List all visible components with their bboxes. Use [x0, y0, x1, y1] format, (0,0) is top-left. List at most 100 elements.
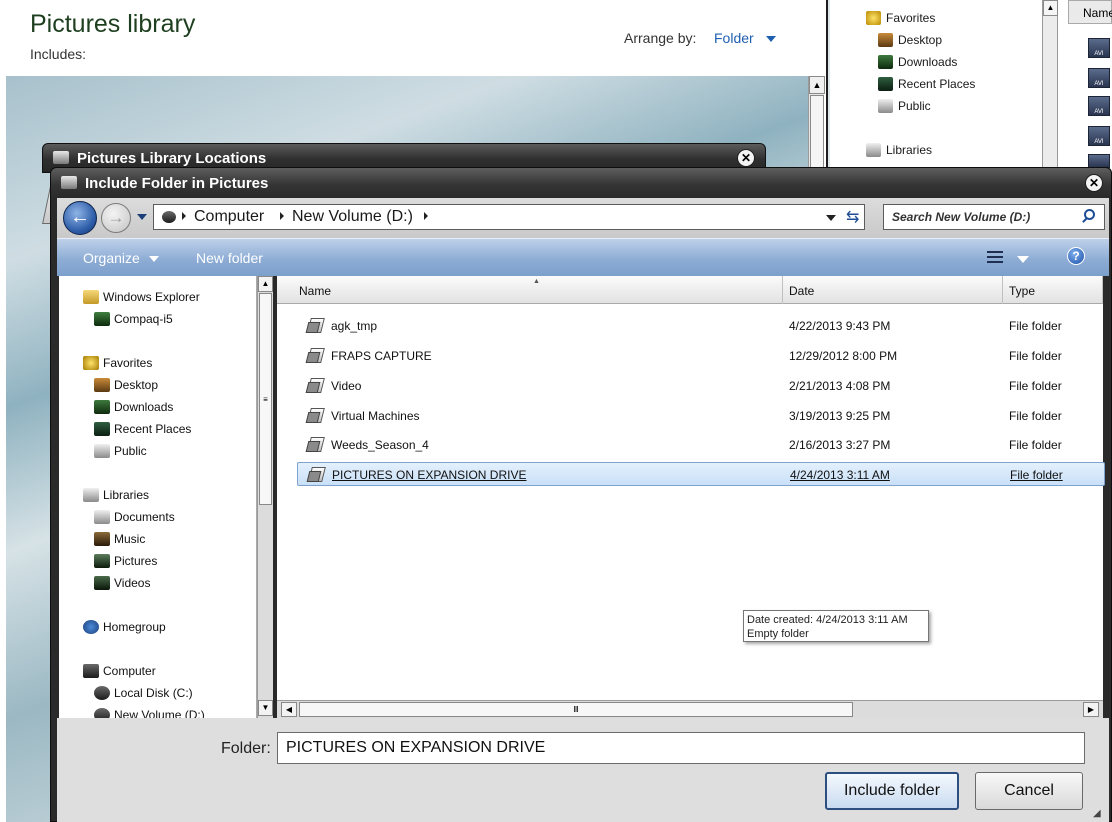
help-icon[interactable]: ? — [1067, 247, 1085, 265]
nav-item-computer[interactable]: Computer — [83, 662, 156, 680]
desktop-item[interactable]: Desktop — [878, 31, 942, 49]
recent-places-item[interactable]: Recent Places — [878, 75, 975, 93]
nav-item-compaq[interactable]: Compaq-i5 — [94, 310, 173, 328]
scroll-right-icon[interactable]: ▶ — [1083, 702, 1099, 717]
folder-icon — [878, 99, 893, 113]
video-file-icon[interactable]: AVI — [1088, 126, 1110, 146]
public-item[interactable]: Public — [878, 97, 931, 115]
horizontal-scrollbar[interactable]: ◀ Ⅲ ▶ — [277, 700, 1103, 718]
nav-item-pictures[interactable]: Pictures — [94, 552, 157, 570]
table-row[interactable]: Virtual Machines 3/19/2013 9:25 PM File … — [297, 404, 1105, 428]
nav-item-videos[interactable]: Videos — [94, 574, 150, 592]
recent-places-icon — [878, 77, 893, 91]
nav-item-public[interactable]: Public — [94, 442, 147, 460]
drive-icon — [162, 211, 176, 223]
file-date: 4/24/2013 3:11 AM — [790, 468, 890, 482]
file-name: agk_tmp — [331, 319, 378, 333]
user-folder-icon — [94, 312, 110, 326]
table-row[interactable]: Weeds_Season_4 2/16/2013 3:27 PM File fo… — [297, 433, 1105, 457]
name-column-header[interactable]: Name — [1068, 0, 1112, 24]
search-icon[interactable] — [1080, 208, 1098, 226]
scroll-down-icon[interactable]: ▼ — [258, 700, 273, 716]
scroll-left-icon[interactable]: ◀ — [281, 702, 297, 717]
video-file-icon[interactable]: AVI — [1088, 96, 1110, 116]
arrange-by-label: Arrange by: — [624, 30, 697, 46]
nav-item-windows-explorer[interactable]: Windows Explorer — [83, 288, 200, 306]
back-arrow-icon[interactable]: ← — [63, 201, 97, 235]
column-header-type[interactable]: Type — [1003, 276, 1103, 304]
column-header-name[interactable]: Name — [277, 276, 783, 304]
dialog-title: Include Folder in Pictures — [85, 175, 269, 192]
table-row[interactable]: agk_tmp 4/22/2013 9:43 PM File folder — [297, 314, 1105, 338]
chevron-down-icon[interactable] — [766, 36, 776, 42]
scroll-up-icon[interactable]: ▲ — [258, 276, 273, 292]
scroll-up-icon[interactable]: ▲ — [1043, 0, 1058, 16]
address-bar[interactable]: Computer New Volume (D:) ⇆ — [153, 204, 865, 230]
history-dropdown-icon[interactable] — [137, 214, 147, 220]
include-folder-button[interactable]: Include folder — [825, 772, 959, 810]
nav-item-favorites[interactable]: Favorites — [83, 354, 152, 372]
nav-item-local-disk[interactable]: Local Disk (C:) — [94, 684, 193, 702]
search-input[interactable]: Search New Volume (D:) — [883, 204, 1105, 230]
downloads-icon — [94, 400, 110, 414]
nav-item-recent-places[interactable]: Recent Places — [94, 420, 191, 438]
video-file-icon[interactable]: AVI — [1088, 38, 1110, 58]
pictures-icon — [53, 151, 69, 164]
music-icon — [94, 532, 110, 546]
chevron-right-icon[interactable] — [182, 212, 186, 220]
background-nav-scrollbar[interactable]: ▲ — [1042, 0, 1058, 176]
chevron-right-icon[interactable] — [424, 212, 428, 220]
nav-scrollbar[interactable]: ▲ ≡ ▼ — [257, 276, 273, 718]
dialog-titlebar[interactable]: Include Folder in Pictures ✕ — [51, 168, 1111, 198]
breadcrumb-new-volume[interactable]: New Volume (D:) — [292, 208, 413, 226]
organize-button[interactable]: Organize — [83, 250, 140, 266]
file-name: FRAPS CAPTURE — [331, 349, 432, 363]
chevron-right-icon[interactable] — [280, 212, 284, 220]
file-name: Virtual Machines — [331, 409, 420, 423]
cancel-button[interactable]: Cancel — [975, 772, 1083, 810]
nav-item-documents[interactable]: Documents — [94, 508, 175, 526]
table-row[interactable]: Video 2/21/2013 4:08 PM File folder — [297, 374, 1105, 398]
favorites-item[interactable]: Favorites — [866, 9, 935, 27]
resize-grip-icon[interactable]: ◢ — [1093, 808, 1105, 820]
downloads-item[interactable]: Downloads — [878, 53, 957, 71]
library-includes-link[interactable]: Includes: — [30, 46, 86, 62]
address-dropdown-icon[interactable] — [826, 215, 836, 221]
locations-dialog-title: Pictures Library Locations — [77, 150, 267, 167]
table-row[interactable]: FRAPS CAPTURE 12/29/2012 8:00 PM File fo… — [297, 344, 1105, 368]
navigation-pane: Windows Explorer Compaq-i5 Favorites Des… — [59, 276, 257, 718]
chevron-down-icon[interactable] — [1017, 256, 1029, 263]
nav-item-desktop[interactable]: Desktop — [94, 376, 158, 394]
nav-item-music[interactable]: Music — [94, 530, 145, 548]
close-icon[interactable]: ✕ — [737, 149, 755, 167]
folder-field[interactable] — [277, 732, 1085, 764]
star-icon — [83, 356, 99, 370]
breadcrumb-computer[interactable]: Computer — [194, 208, 264, 226]
nav-item-libraries[interactable]: Libraries — [83, 486, 149, 504]
column-header-date[interactable]: Date — [783, 276, 1003, 304]
scroll-up-icon[interactable]: ▲ — [809, 76, 825, 94]
scroll-thumb[interactable]: Ⅲ — [299, 702, 853, 717]
new-folder-button[interactable]: New folder — [196, 250, 263, 266]
column-header-row: Name ▲ Date Type — [277, 276, 1103, 304]
nav-item-homegroup[interactable]: Homegroup — [83, 618, 166, 636]
video-file-icon[interactable]: AVI — [1088, 68, 1110, 88]
nav-item-downloads[interactable]: Downloads — [94, 398, 173, 416]
table-row-selected[interactable]: PICTURES ON EXPANSION DRIVE 4/24/2013 3:… — [297, 462, 1105, 486]
libraries-item[interactable]: Libraries — [866, 141, 932, 159]
scroll-thumb[interactable]: ≡ — [259, 293, 272, 505]
close-icon[interactable]: ✕ — [1085, 174, 1103, 192]
folder-icon — [83, 290, 99, 304]
pictures-icon — [94, 554, 110, 568]
file-type: File folder — [1009, 349, 1062, 363]
refresh-icon[interactable]: ⇆ — [846, 207, 859, 227]
downloads-icon — [878, 55, 893, 69]
tooltip-date-created: Date created: 4/24/2013 3:11 AM — [747, 614, 908, 626]
nav-item-new-volume[interactable]: New Volume (D:) — [94, 706, 205, 718]
chevron-down-icon[interactable] — [149, 256, 159, 262]
forward-arrow-icon[interactable]: → — [101, 203, 131, 233]
view-options-icon[interactable] — [987, 251, 1003, 264]
arrange-by-dropdown[interactable]: Folder — [714, 30, 754, 46]
videos-icon — [94, 576, 110, 590]
video-file-icon[interactable] — [1088, 154, 1110, 168]
